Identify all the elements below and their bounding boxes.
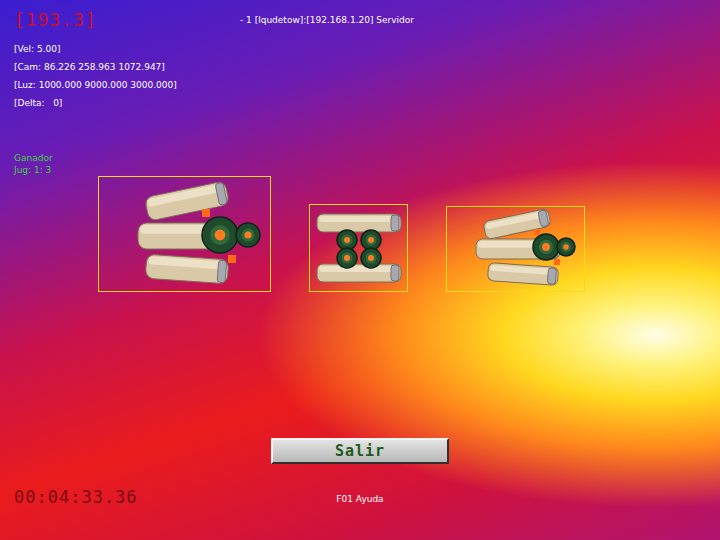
ship-box[interactable] bbox=[98, 176, 271, 292]
stat-line: [Luz: 1000.000 9000.000 3000.000] bbox=[14, 76, 240, 94]
stat-line: [Vel: 5.00] bbox=[14, 40, 240, 58]
ship-angled-icon bbox=[102, 179, 268, 289]
clock: 00:04:33.36 bbox=[14, 486, 336, 508]
exit-button[interactable]: Salir bbox=[271, 438, 449, 464]
result-title: Ganador bbox=[14, 152, 706, 164]
ship-side-icon bbox=[450, 209, 582, 289]
player-line: - 1 [lqudetow]:[192.168.1.20] Servidor bbox=[240, 14, 414, 26]
stat-line: [Delta: 0] bbox=[14, 94, 240, 112]
stat-line: [Cam: 86.226 258.963 1072.947] bbox=[14, 58, 240, 76]
ship-box[interactable] bbox=[309, 204, 408, 292]
hud: [193.3] [Vel: 5.00][Cam: 86.226 258.963 1… bbox=[14, 8, 240, 112]
ship-box[interactable] bbox=[446, 206, 585, 292]
ships-row bbox=[98, 176, 706, 292]
bottom-row: 00:04:33.36F01 Ayuda bbox=[14, 486, 706, 508]
game-screen: [193.3] [Vel: 5.00][Cam: 86.226 258.963 1… bbox=[0, 0, 720, 540]
ship-front-icon bbox=[313, 208, 405, 288]
result-score: Jug: 1: 3 bbox=[14, 164, 706, 176]
help-hint: F01 Ayuda bbox=[336, 492, 383, 508]
result: GanadorJug: 1: 3 bbox=[14, 152, 706, 176]
score: [193.3] bbox=[14, 8, 240, 32]
player-list: - 1 [lqudetow]:[192.168.1.20] Servidor bbox=[240, 8, 414, 26]
top-row: [193.3] [Vel: 5.00][Cam: 86.226 258.963 1… bbox=[14, 8, 706, 112]
